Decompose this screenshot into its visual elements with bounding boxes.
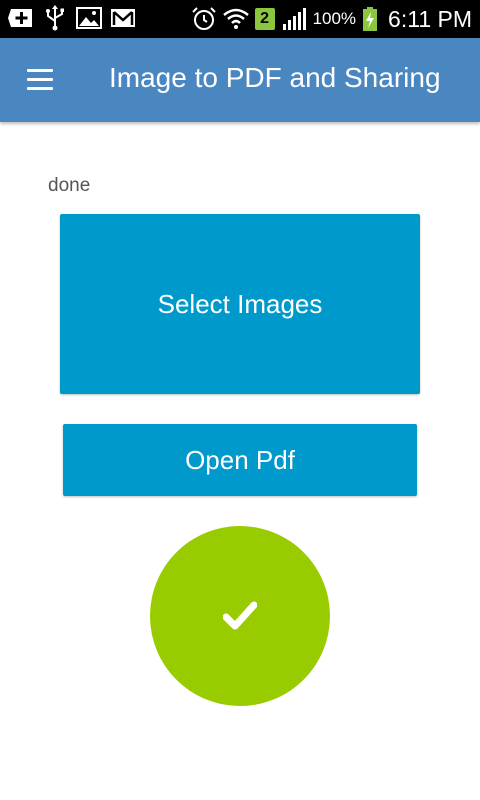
- add-icon: [8, 9, 32, 27]
- status-text: done: [48, 175, 91, 196]
- notification-count-badge: 2: [254, 8, 275, 30]
- status-bar: 2 100% 6:11 PM: [0, 0, 480, 38]
- open-pdf-button[interactable]: Open Pdf: [63, 424, 417, 496]
- notification-icons: [8, 5, 136, 31]
- app-title: Image to PDF and Sharing: [109, 62, 441, 93]
- app-bar: Image to PDF and Sharing: [0, 38, 480, 122]
- alarm-icon: [191, 7, 216, 30]
- wifi-icon: [222, 8, 249, 29]
- battery-charging-icon: [363, 7, 378, 31]
- select-images-button[interactable]: Select Images: [60, 214, 420, 394]
- clock: 6:11 PM: [388, 5, 472, 32]
- checkmark-icon: [223, 601, 257, 630]
- system-status: 2 100% 6:11 PM: [191, 0, 472, 38]
- hamburger-menu-icon[interactable]: [24, 66, 56, 94]
- gmail-icon: [111, 9, 135, 27]
- usb-icon: [46, 5, 64, 31]
- battery-percent: 100%: [312, 9, 357, 28]
- done-button[interactable]: [150, 526, 330, 706]
- signal-icon: [282, 8, 306, 30]
- image-icon: [76, 7, 102, 29]
